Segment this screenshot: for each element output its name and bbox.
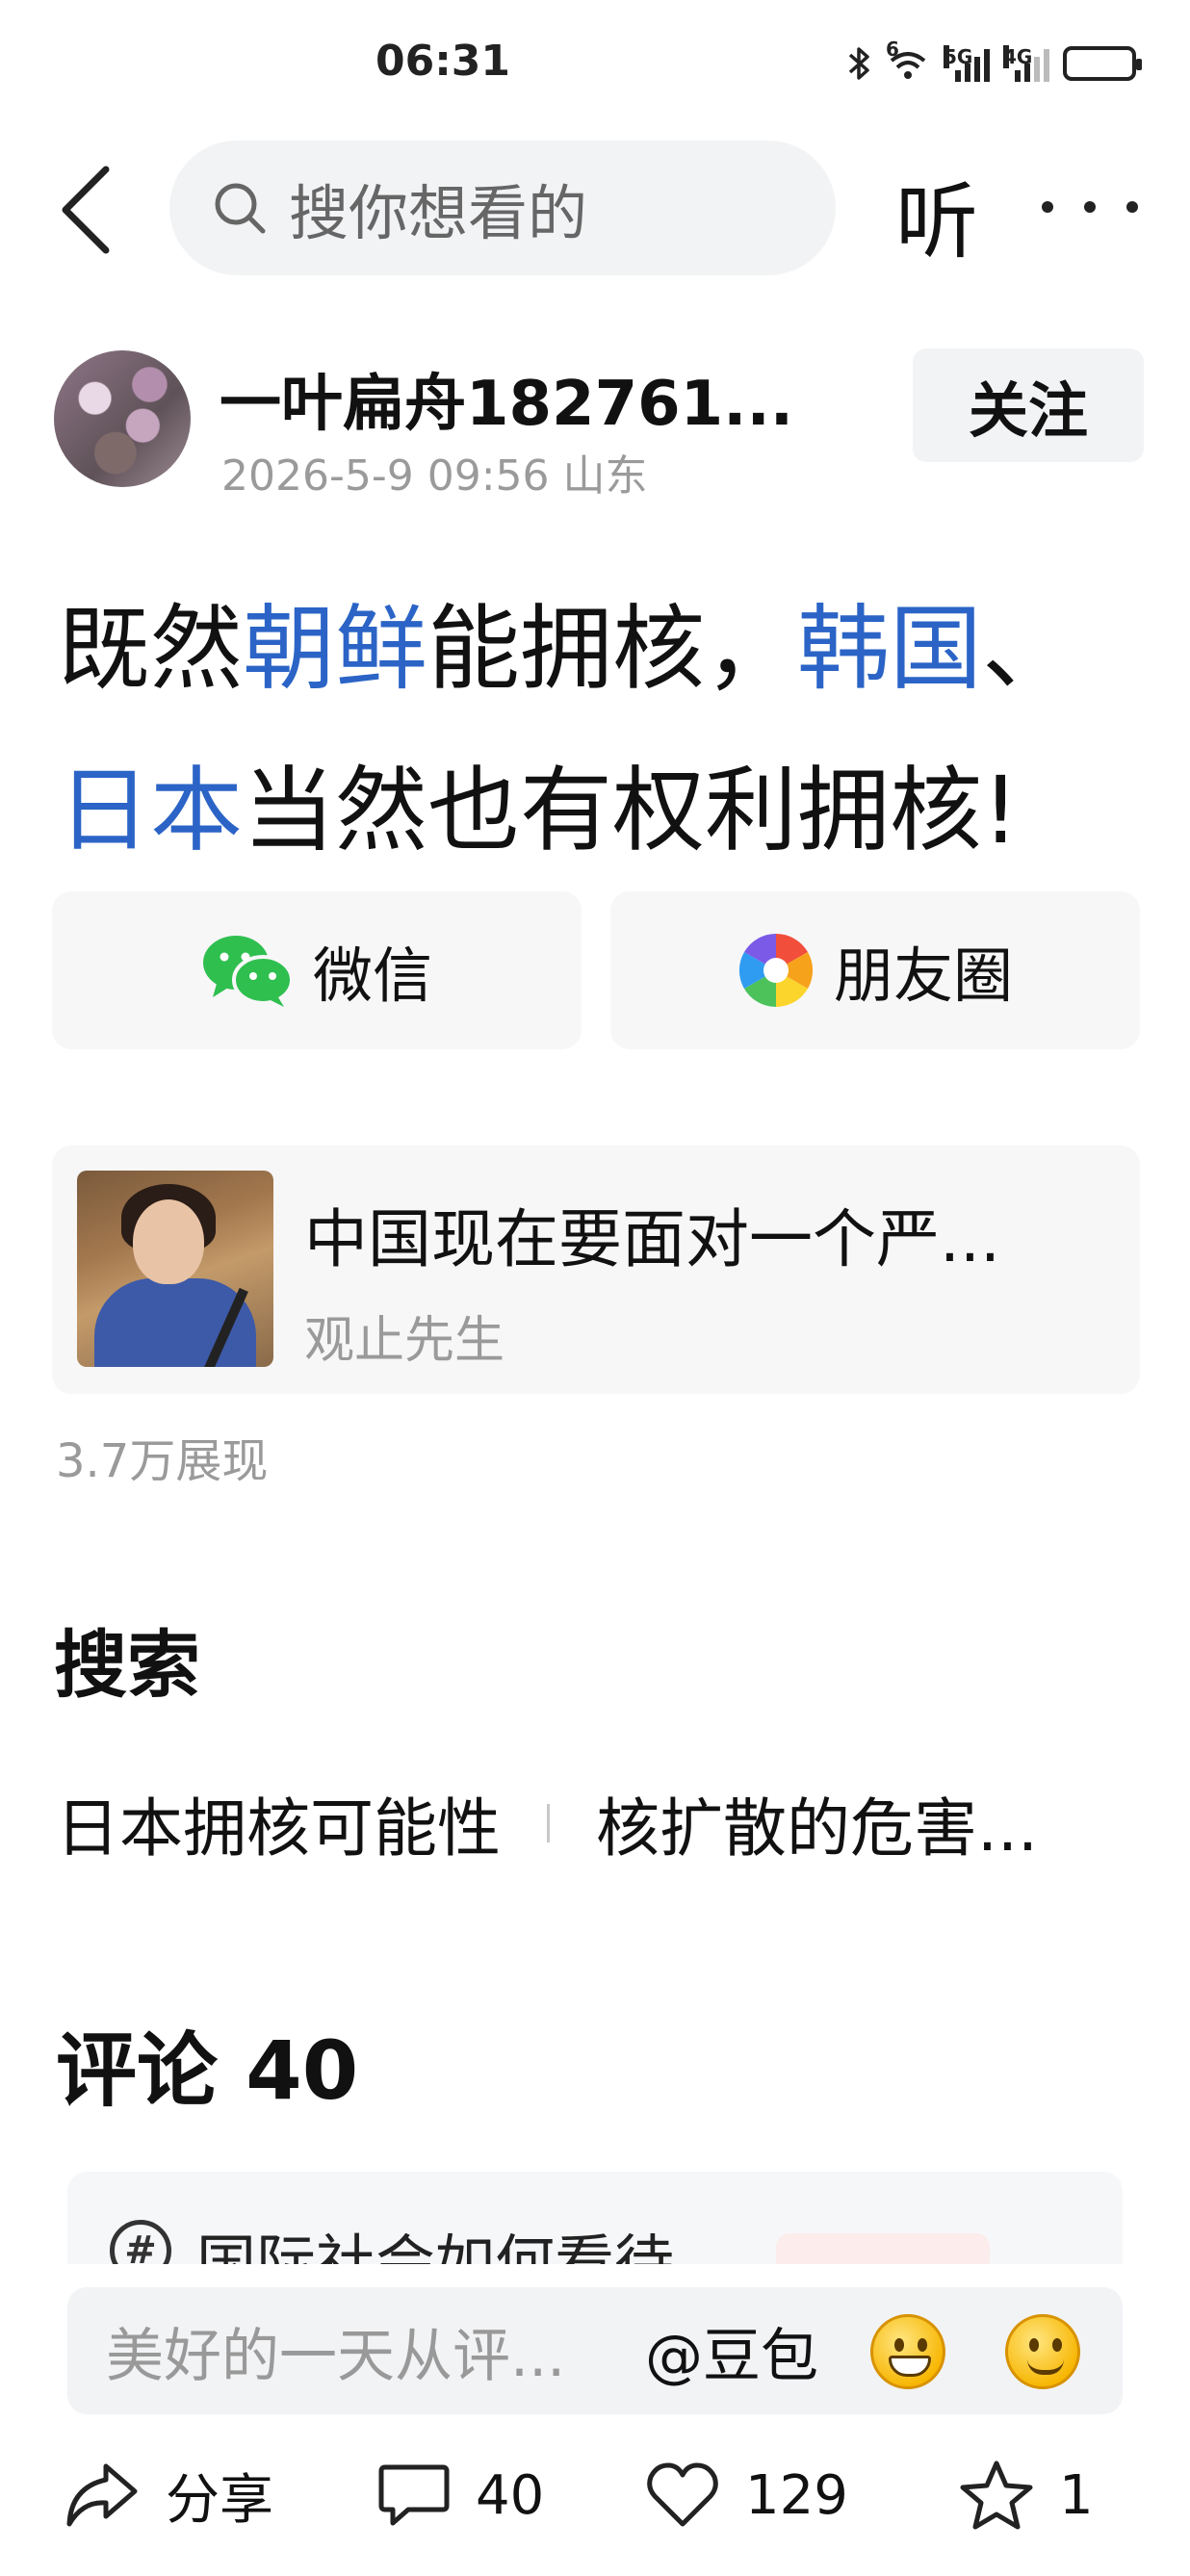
search-placeholder: 搜你想看的 [289, 178, 588, 248]
status-time: 06:31 [375, 37, 511, 86]
back-button[interactable] [56, 162, 114, 258]
comment-icon [378, 2464, 450, 2526]
comment-button[interactable]: 40 [377, 2457, 544, 2534]
like-button[interactable]: 129 [645, 2457, 848, 2534]
search-tag[interactable]: 核扩散的危害... [596, 1777, 1038, 1869]
share-moments-label: 朋友圈 [833, 940, 1013, 1011]
related-article-card[interactable]: 中国现在要面对一个严... 观止先生 [52, 1146, 1140, 1394]
article-thumbnail [77, 1171, 273, 1367]
article-source: 观止先生 [304, 1312, 505, 1370]
wifi-icon: 6 [886, 38, 930, 82]
share-icon [66, 2463, 138, 2527]
title-text: 当然也有权利拥核! [243, 757, 1020, 864]
search-tag[interactable]: 日本拥核可能性 [56, 1777, 501, 1869]
signal-4g-icon: 4G [1003, 45, 1049, 82]
favorite-button[interactable]: 1 [959, 2457, 1094, 2534]
search-section-heading: 搜索 [54, 1622, 200, 1708]
post-meta: 2026-5-9 09:56 山东 [221, 451, 648, 501]
signal-5g-label: 5G [944, 45, 973, 68]
share-wechat-label: 微信 [312, 940, 432, 1011]
smile-emoji-icon[interactable] [1005, 2314, 1080, 2389]
share-wechat-button[interactable]: 微信 [52, 891, 582, 1049]
title-text: 既然 [58, 595, 243, 703]
like-count: 129 [745, 2463, 848, 2527]
comment-placeholder: 美好的一天从评... [106, 2322, 566, 2390]
more-dots-icon[interactable] [1042, 173, 1138, 241]
bluetooth-icon [848, 47, 869, 80]
signal-5g-icon: 5G [944, 45, 990, 82]
mention-doubao-button[interactable]: @豆包 [645, 2309, 818, 2393]
moments-icon [738, 933, 814, 1008]
wechat-icon [202, 936, 294, 1007]
comment-count: 40 [476, 2463, 545, 2527]
title-keyword-link[interactable]: 韩国 [797, 595, 982, 703]
view-count: 3.7万展现 [56, 1434, 269, 1488]
search-tags: 日本拥核可能性 核扩散的危害... [56, 1777, 1144, 1869]
title-text: 、 [982, 595, 1074, 703]
avatar[interactable] [54, 350, 191, 487]
title-keyword-link[interactable]: 朝鲜 [243, 595, 427, 703]
listen-button[interactable]: 听 [895, 154, 978, 274]
favorite-count: 1 [1059, 2463, 1094, 2527]
heart-icon [647, 2462, 718, 2527]
status-icons: 6 5G 4G [847, 38, 1142, 87]
back-arrow-icon [62, 166, 110, 254]
title-text: 能拥核， [427, 595, 797, 703]
star-icon [960, 2460, 1033, 2530]
article-title: 中国现在要面对一个严... [304, 1202, 1000, 1276]
search-input[interactable]: 搜你想看的 [169, 141, 836, 275]
share-button[interactable]: 分享 [64, 2457, 273, 2534]
author-name[interactable]: 一叶扁舟182761... [220, 354, 793, 443]
comment-input[interactable]: 美好的一天从评... @豆包 [67, 2287, 1123, 2414]
comments-heading: 评论 40 [56, 2023, 359, 2118]
tag-divider [547, 1804, 550, 1842]
share-label: 分享 [166, 2468, 273, 2532]
follow-button[interactable]: 关注 [913, 348, 1144, 462]
battery-icon [1063, 46, 1142, 81]
grin-emoji-icon[interactable] [870, 2314, 945, 2389]
signal-4g-label: 4G [1003, 45, 1033, 68]
share-moments-button[interactable]: 朋友圈 [610, 891, 1140, 1049]
search-icon [215, 183, 266, 234]
title-keyword-link[interactable]: 日本 [58, 757, 243, 864]
post-title: 既然朝鲜能拥核，韩国、日本当然也有权利拥核! [58, 568, 1146, 891]
